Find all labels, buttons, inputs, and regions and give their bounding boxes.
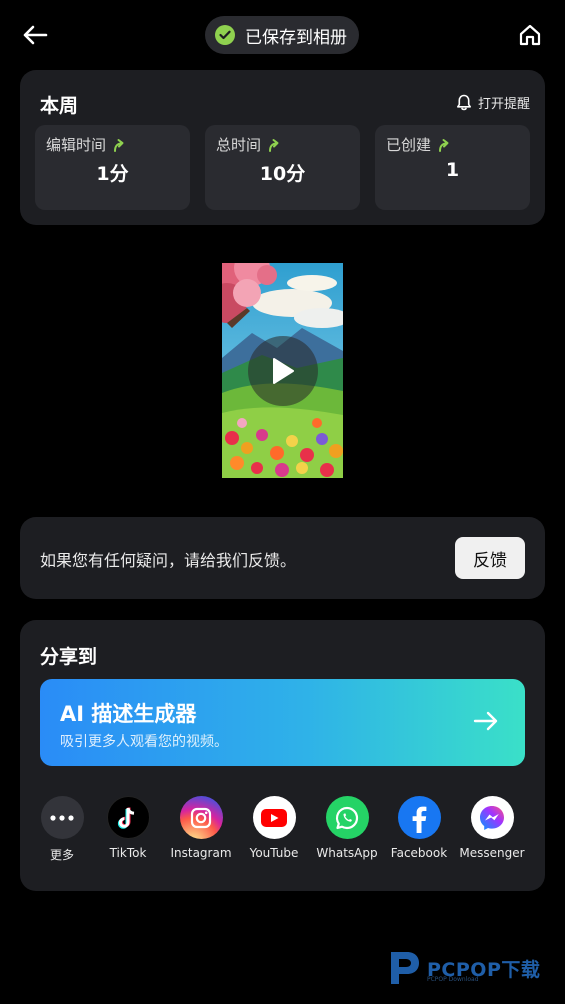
saved-label: 已保存到相册: [245, 27, 347, 48]
share-whatsapp[interactable]: WhatsApp: [307, 796, 387, 860]
share-facebook[interactable]: Facebook: [379, 796, 459, 860]
reminder-toggle[interactable]: 打开提醒: [456, 93, 530, 112]
reminder-label: 打开提醒: [477, 97, 530, 112]
app-label: Instagram: [170, 846, 232, 860]
stat-edit-time: 编辑时间 1分: [35, 125, 190, 210]
pcpop-logo-icon: [391, 952, 419, 984]
ai-description-generator-banner[interactable]: AI 描述生成器 吸引更多人观看您的视频。: [40, 679, 525, 766]
feedback-question: 如果您有任何疑问，请给我们反馈。: [40, 551, 297, 570]
trend-up-icon: [269, 138, 279, 152]
home-icon: [519, 24, 541, 46]
trend-up-icon: [439, 138, 449, 152]
share-instagram[interactable]: Instagram: [161, 796, 241, 860]
watermark-logo: PCPOP下载 PCPOP Download: [385, 946, 560, 986]
tiktok-icon: [106, 796, 150, 839]
week-title: 本周: [40, 95, 79, 117]
check-circle-icon: [215, 25, 235, 45]
share-card: 分享到 AI 描述生成器 吸引更多人观看您的视频。 更多 TikTok Inst…: [20, 620, 545, 891]
stat-total-time: 总时间 10分: [205, 125, 360, 210]
facebook-icon: [397, 796, 441, 839]
whatsapp-icon: [325, 796, 369, 839]
trend-up-icon: [114, 138, 124, 152]
top-bar: 已保存到相册: [0, 0, 565, 70]
messenger-icon: [470, 796, 514, 839]
stat-value: 1分: [96, 163, 129, 185]
arrow-left-icon: [23, 25, 48, 45]
ai-banner-subtitle: 吸引更多人观看您的视频。: [60, 734, 228, 750]
instagram-icon: [179, 796, 223, 839]
share-app-list: 更多 TikTok Instagram YouTube WhatsApp Fac…: [20, 796, 545, 866]
back-button[interactable]: [20, 20, 50, 50]
watermark-subtext: PCPOP Download: [427, 976, 479, 983]
app-label: YouTube: [249, 846, 299, 860]
saved-toast: 已保存到相册: [205, 16, 359, 54]
bell-icon: [456, 94, 471, 111]
share-youtube[interactable]: YouTube: [234, 796, 314, 860]
arrow-right-icon: [473, 711, 498, 731]
share-tiktok[interactable]: TikTok: [88, 796, 168, 860]
stat-created: 已创建 1: [375, 125, 530, 210]
app-label: Facebook: [390, 846, 448, 860]
play-icon: [273, 358, 294, 384]
ai-banner-title: AI 描述生成器: [60, 702, 197, 726]
stat-label: 已创建: [386, 136, 432, 154]
share-messenger[interactable]: Messenger: [452, 796, 532, 860]
play-button[interactable]: [248, 336, 318, 406]
home-button[interactable]: [515, 20, 545, 50]
more-icon: [40, 796, 84, 839]
share-title: 分享到: [40, 646, 98, 668]
weekly-stats-card: 本周 打开提醒 编辑时间 1分 总时间 10分 已创建 1: [20, 70, 545, 225]
stat-value: 10分: [259, 163, 306, 185]
stat-value: 1: [445, 159, 460, 181]
stat-label: 总时间: [216, 136, 262, 154]
feedback-button[interactable]: 反馈: [455, 537, 525, 579]
stat-label: 编辑时间: [46, 136, 107, 154]
feedback-card: 如果您有任何疑问，请给我们反馈。 反馈: [20, 517, 545, 599]
youtube-icon: [252, 796, 296, 839]
app-label: WhatsApp: [316, 846, 378, 860]
app-label: Messenger: [459, 846, 525, 860]
app-label: TikTok: [109, 846, 147, 860]
